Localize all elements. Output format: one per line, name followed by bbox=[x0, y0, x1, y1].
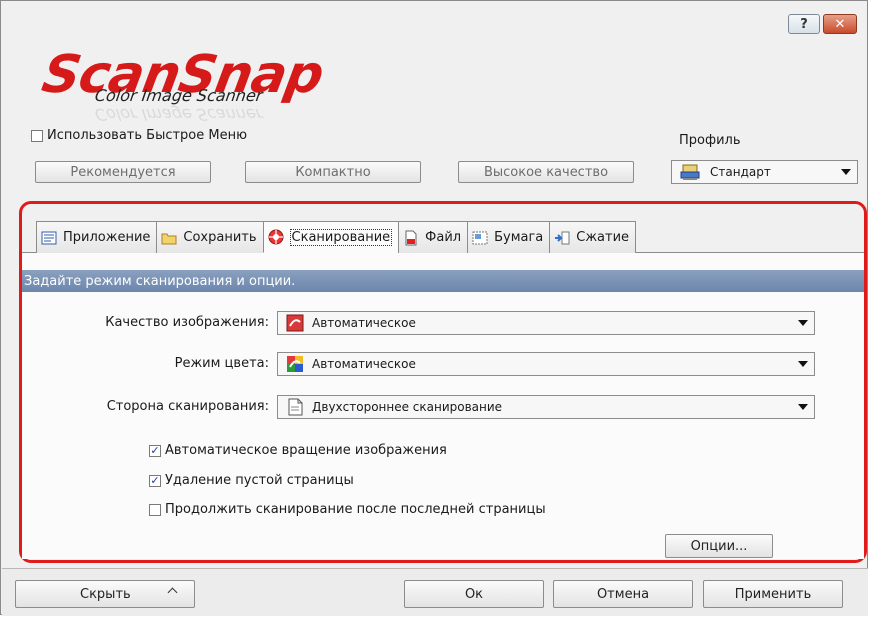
tab-paper[interactable]: Бумага bbox=[467, 221, 551, 253]
auto-rotate-option[interactable]: ✓ Автоматическое вращение изображения bbox=[149, 443, 447, 458]
scansnap-logo: ScanSnap Color Image Scanner Color Image… bbox=[38, 45, 433, 135]
chevron-down-icon bbox=[798, 361, 808, 367]
chevron-down-icon bbox=[798, 404, 808, 410]
profile-icon bbox=[680, 163, 700, 181]
compression-icon bbox=[554, 230, 570, 246]
close-button[interactable]: ✕ bbox=[823, 14, 857, 34]
scanning-section-header: Задайте режим сканирования и опции. bbox=[22, 270, 864, 292]
blank-page-checkbox[interactable]: ✓ bbox=[149, 474, 161, 487]
options-button[interactable]: Опции... bbox=[665, 534, 773, 558]
blank-page-label: Удаление пустой страницы bbox=[165, 473, 354, 488]
duplex-page-icon bbox=[286, 398, 304, 416]
compact-button[interactable]: Компактно bbox=[245, 161, 421, 183]
color-mode-dropdown[interactable]: Автоматическое bbox=[277, 352, 815, 376]
auto-rotate-checkbox[interactable]: ✓ bbox=[149, 444, 161, 457]
scan-side-label: Сторона сканирования: bbox=[106, 399, 269, 414]
auto-quality-icon bbox=[286, 314, 304, 332]
tab-application[interactable]: Приложение bbox=[36, 221, 158, 253]
settings-tabs: Приложение Сохранить Сканирование Файл Б… bbox=[36, 221, 637, 253]
apply-button[interactable]: Применить bbox=[703, 580, 843, 608]
quick-menu-label: Использовать Быстрое Меню bbox=[47, 128, 248, 143]
help-icon: ? bbox=[800, 16, 808, 32]
color-mode-value: Автоматическое bbox=[312, 357, 416, 371]
tab-application-label: Приложение bbox=[63, 230, 151, 245]
quick-menu-checkbox[interactable] bbox=[31, 129, 43, 142]
image-quality-value: Автоматическое bbox=[312, 316, 416, 330]
tab-paper-label: Бумага bbox=[494, 230, 544, 245]
tab-save-label: Сохранить bbox=[183, 230, 257, 245]
recommended-button[interactable]: Рекомендуется bbox=[35, 161, 211, 183]
logo-reflection: Color Image Scanner bbox=[93, 105, 264, 124]
tab-scanning[interactable]: Сканирование bbox=[262, 221, 400, 253]
scan-side-value: Двухстороннее сканирование bbox=[312, 400, 503, 414]
tab-compression-label: Сжатие bbox=[576, 230, 630, 245]
tab-scanning-label: Сканирование bbox=[289, 228, 393, 246]
tab-file-label: Файл bbox=[425, 230, 462, 245]
scansnap-settings-window: ? ✕ ScanSnap Color Image Scanner Color I… bbox=[0, 0, 868, 616]
close-icon: ✕ bbox=[834, 16, 846, 32]
profile-dropdown[interactable]: Стандарт bbox=[671, 160, 858, 184]
auto-color-icon bbox=[286, 355, 304, 373]
chevron-up-icon bbox=[167, 587, 178, 598]
scan-side-dropdown[interactable]: Двухстороннее сканирование bbox=[277, 395, 815, 419]
image-quality-label: Качество изображения: bbox=[105, 315, 269, 330]
folder-icon bbox=[161, 230, 177, 246]
cancel-button[interactable]: Отмена bbox=[553, 580, 693, 608]
tab-compression[interactable]: Сжатие bbox=[549, 221, 637, 253]
ok-button[interactable]: Ок bbox=[404, 580, 544, 608]
file-icon bbox=[403, 230, 419, 246]
quick-menu-option[interactable]: Использовать Быстрое Меню bbox=[31, 128, 247, 143]
chevron-down-icon bbox=[841, 169, 851, 175]
profile-label: Профиль bbox=[679, 133, 741, 148]
blank-page-option[interactable]: ✓ Удаление пустой страницы bbox=[149, 473, 354, 488]
high-quality-button[interactable]: Высокое качество bbox=[458, 161, 634, 183]
profile-value: Стандарт bbox=[710, 165, 771, 179]
help-button[interactable]: ? bbox=[788, 14, 820, 34]
auto-rotate-label: Автоматическое вращение изображения bbox=[165, 443, 447, 458]
paper-icon bbox=[472, 230, 488, 246]
color-mode-label: Режим цвета: bbox=[174, 356, 269, 371]
application-icon bbox=[41, 230, 57, 246]
hide-button-label: Скрыть bbox=[80, 586, 131, 602]
continue-scan-label: Продолжить сканирование после последней … bbox=[165, 502, 546, 517]
tab-save[interactable]: Сохранить bbox=[156, 221, 264, 253]
scanning-icon bbox=[268, 229, 284, 245]
chevron-down-icon bbox=[798, 320, 808, 326]
tab-file[interactable]: Файл bbox=[398, 221, 469, 253]
continue-scan-checkbox[interactable] bbox=[149, 503, 161, 516]
logo-subtitle: Color Image Scanner bbox=[93, 86, 264, 105]
image-quality-dropdown[interactable]: Автоматическое bbox=[277, 311, 815, 335]
hide-button[interactable]: Скрыть bbox=[15, 580, 195, 608]
continue-scan-option[interactable]: Продолжить сканирование после последней … bbox=[149, 502, 546, 517]
